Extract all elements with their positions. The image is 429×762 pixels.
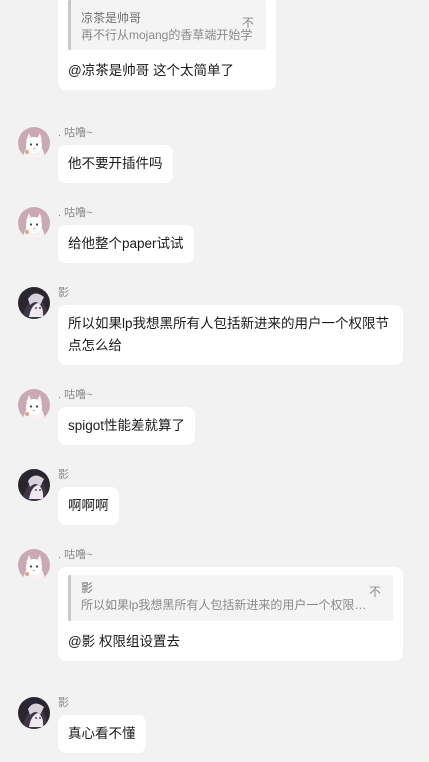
sender-name: . 咕噜~ xyxy=(58,127,93,139)
quote-mark: 不 xyxy=(241,16,254,30)
message-bubble[interactable]: 影 所以如果lp我想黑所有人包括新进来的用户一个权限节... 不 @影 权限组设… xyxy=(58,567,403,661)
message-text: spigot性能差就算了 xyxy=(68,418,186,433)
sender-name: 影 xyxy=(58,697,69,709)
message-text: 给他整个paper试试 xyxy=(68,236,184,251)
sender-name: . 咕噜~ xyxy=(58,207,93,219)
message-text: 所以如果lp我想黑所有人包括新进来的用户一个权限节点怎么给 xyxy=(68,316,390,353)
message-bubble[interactable]: 所以如果lp我想黑所有人包括新进来的用户一个权限节点怎么给 xyxy=(58,305,403,365)
message-text: 真心看不懂 xyxy=(68,726,136,741)
quote-mark: 不 xyxy=(368,585,381,599)
anime-character-avatar-icon[interactable] xyxy=(18,697,50,729)
chat-area: 凉茶是帅哥 再不行从mojang的香草端开始学 不 @凉茶是帅哥 这个太简单了 … xyxy=(0,0,429,762)
sender-name: . 咕噜~ xyxy=(58,389,93,401)
message-bubble[interactable]: 啊啊啊 xyxy=(58,487,119,525)
quote-text: 再不行从mojang的香草端开始学 xyxy=(81,28,253,42)
sender-name: 影 xyxy=(58,469,69,481)
message-bubble[interactable]: 真心看不懂 xyxy=(58,715,146,753)
cat-avatar-icon[interactable] xyxy=(18,389,50,421)
cat-avatar-icon[interactable] xyxy=(18,549,50,581)
message-bubble[interactable]: spigot性能差就算了 xyxy=(58,407,196,445)
anime-character-avatar-icon[interactable] xyxy=(18,469,50,501)
message-text: 他不要开插件吗 xyxy=(68,156,163,171)
cat-avatar-icon[interactable] xyxy=(18,127,50,159)
reply-quote[interactable]: 影 所以如果lp我想黑所有人包括新进来的用户一个权限节... 不 xyxy=(68,575,393,621)
message-text: @影 权限组设置去 xyxy=(68,634,180,649)
cat-avatar-icon[interactable] xyxy=(18,207,50,239)
message-bubble[interactable]: 凉茶是帅哥 再不行从mojang的香草端开始学 不 @凉茶是帅哥 这个太简单了 xyxy=(58,0,276,90)
quote-author: 凉茶是帅哥 xyxy=(81,11,142,25)
sender-name: 影 xyxy=(58,287,69,299)
message-text: @凉茶是帅哥 这个太简单了 xyxy=(68,63,234,78)
message-text: 啊啊啊 xyxy=(68,498,109,513)
message-bubble[interactable]: 他不要开插件吗 xyxy=(58,145,173,183)
quote-author: 影 xyxy=(81,581,94,595)
reply-quote[interactable]: 凉茶是帅哥 再不行从mojang的香草端开始学 不 xyxy=(68,0,266,50)
sender-name: . 咕噜~ xyxy=(58,549,93,561)
anime-character-avatar-icon[interactable] xyxy=(18,287,50,319)
quote-text: 所以如果lp我想黑所有人包括新进来的用户一个权限节... xyxy=(81,598,377,612)
message-bubble[interactable]: 给他整个paper试试 xyxy=(58,225,194,263)
